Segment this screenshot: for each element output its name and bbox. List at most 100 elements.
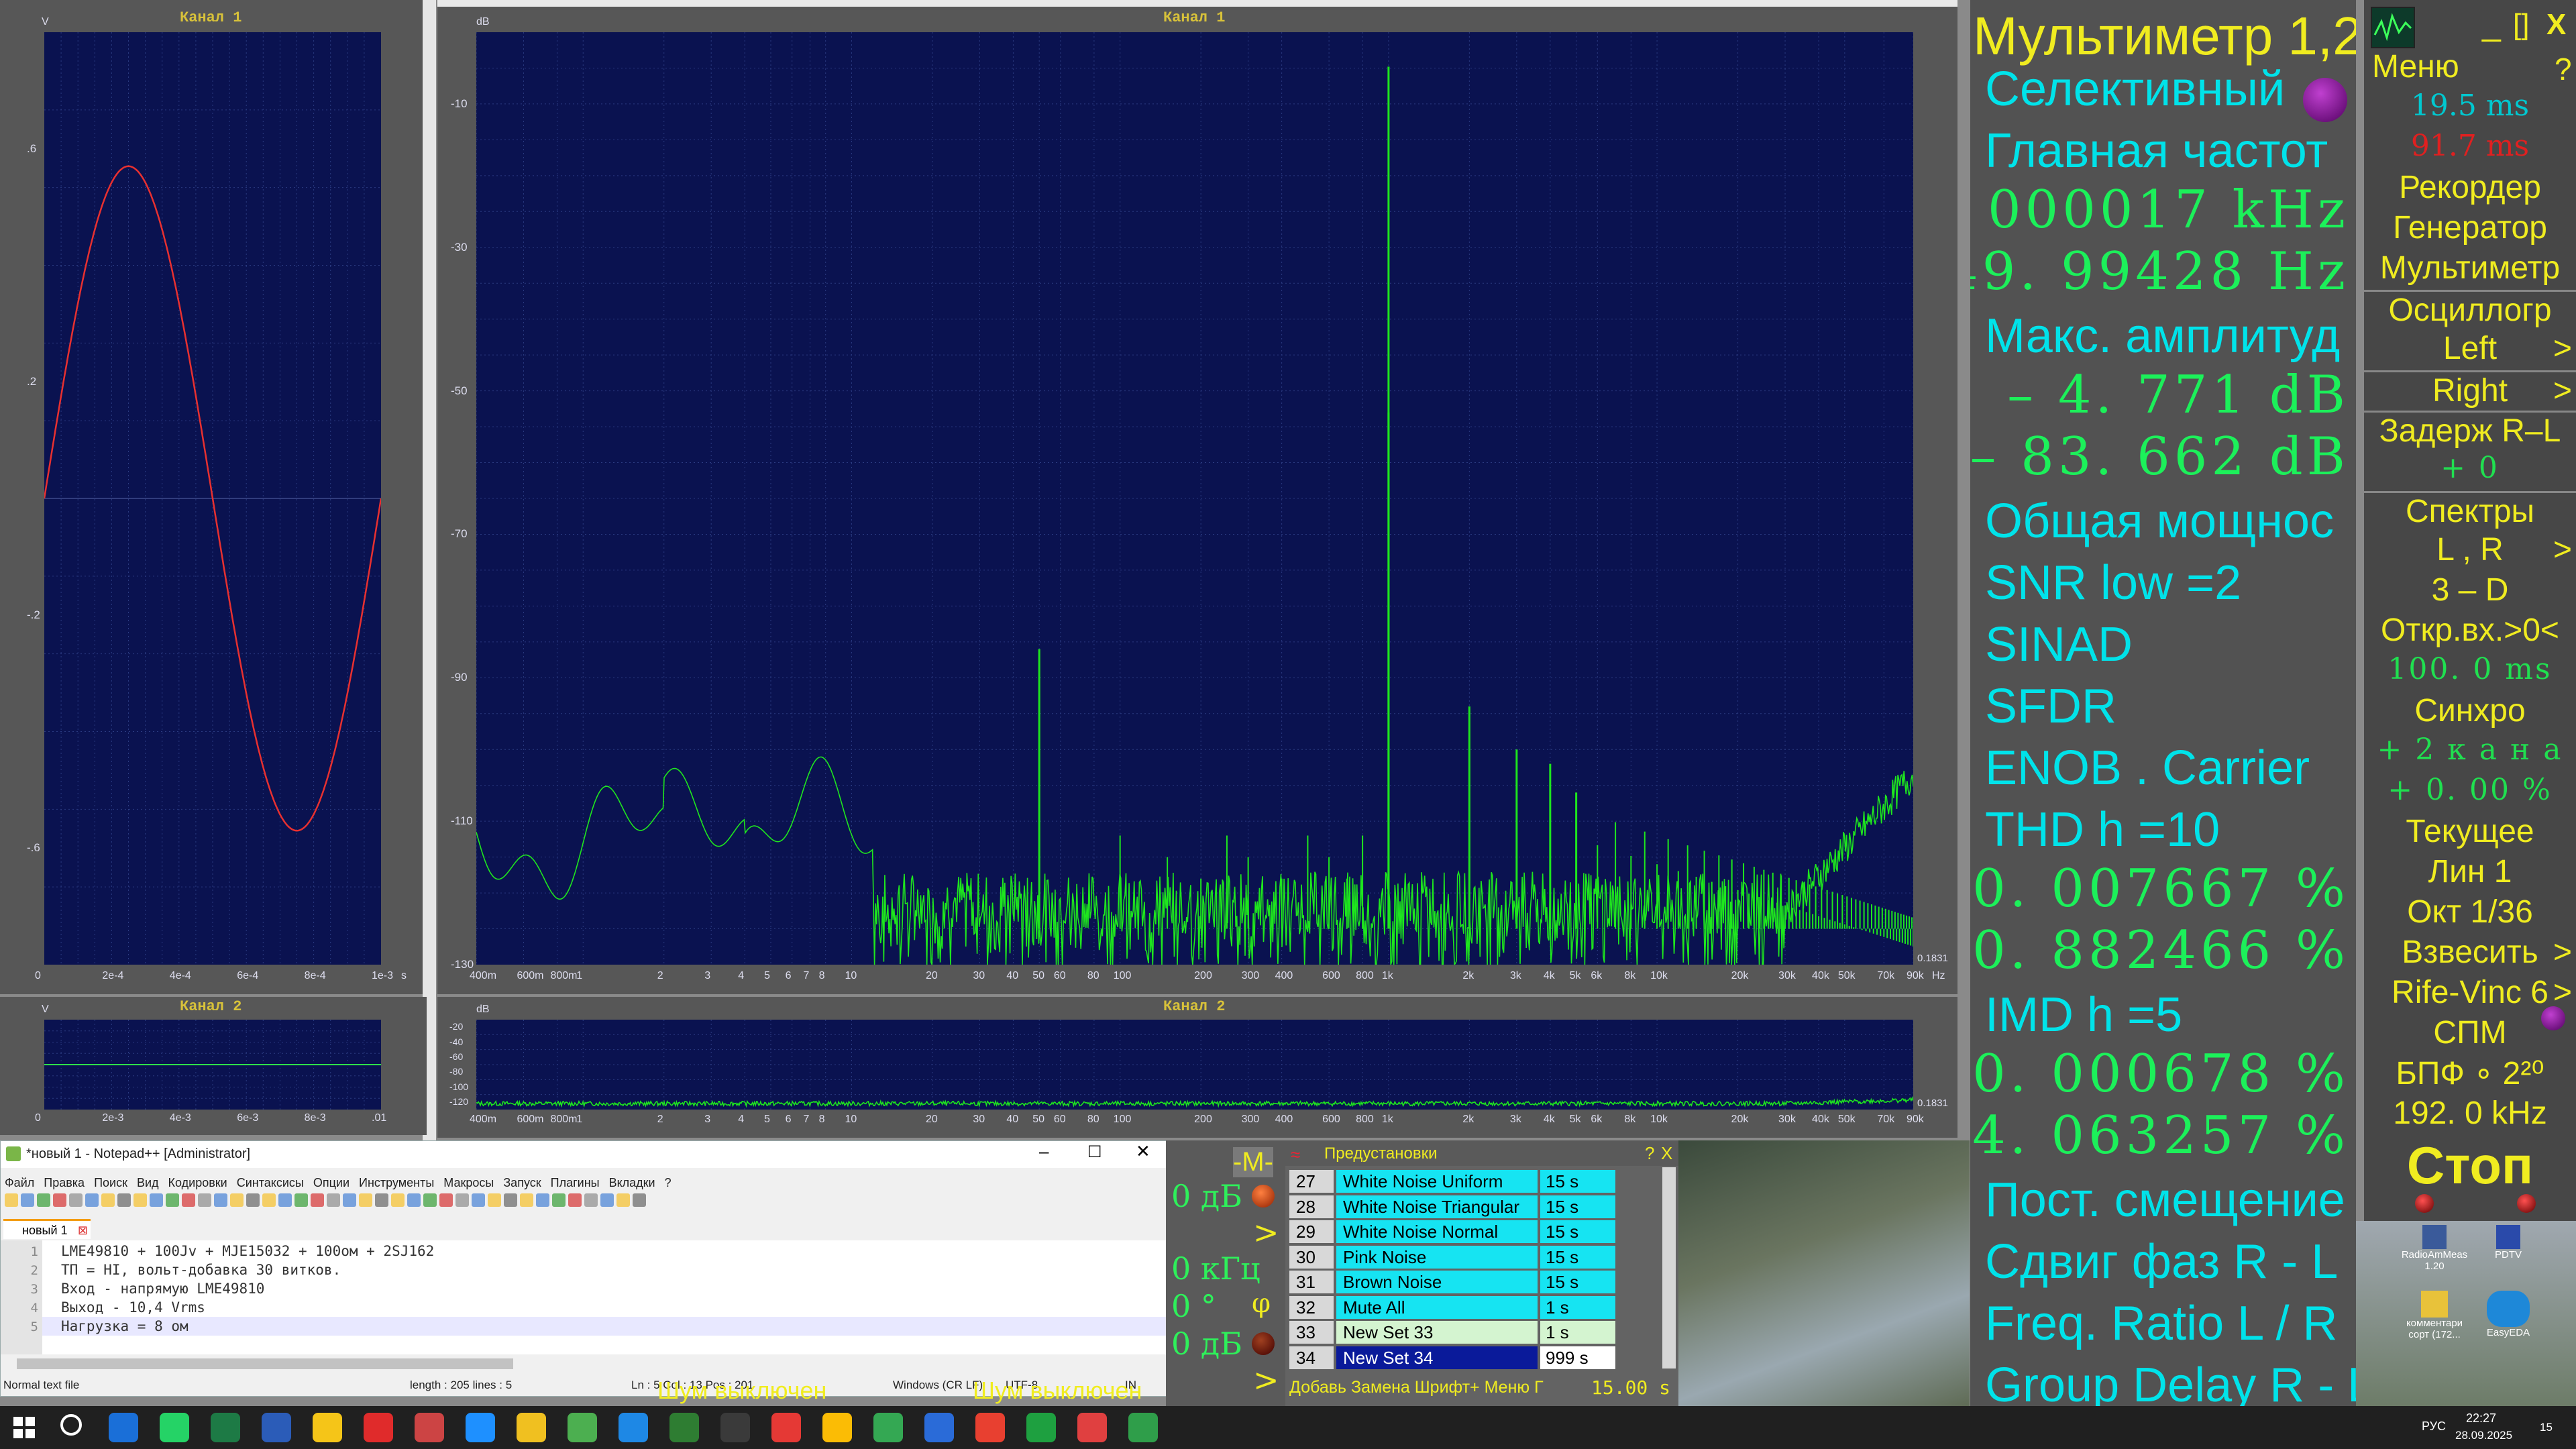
- menu-item[interactable]: Откр.вх.>0<: [2364, 612, 2576, 649]
- taskbar-app-icon[interactable]: [109, 1413, 138, 1442]
- menu-item[interactable]: 100. 0 ms: [2364, 652, 2576, 686]
- menu-item[interactable]: Осциллогр: [2364, 290, 2576, 329]
- menu-item[interactable]: Мультиметр: [2364, 250, 2576, 286]
- toolbar-button-icon[interactable]: [375, 1193, 388, 1207]
- menu-item[interactable]: Rife-Vinc 6: [2364, 974, 2576, 1011]
- maximize-button[interactable]: []: [2513, 8, 2529, 42]
- menu-item[interactable]: Left: [2364, 330, 2576, 367]
- menu-item[interactable]: БПФ ∘ 2²⁰: [2364, 1055, 2576, 1092]
- menu-item[interactable]: Синхро: [2364, 692, 2576, 729]
- desktop-icon-easyeda[interactable]: EasyEDA: [2471, 1291, 2545, 1338]
- menu-item[interactable]: Лин 1: [2364, 853, 2576, 890]
- gen-frequency[interactable]: 0 кГц: [1171, 1250, 1260, 1287]
- clock-date[interactable]: 28.09.2025: [2455, 1429, 2512, 1442]
- taskbar-app-icon[interactable]: [720, 1413, 750, 1442]
- menu-item[interactable]: Генератор: [2364, 209, 2576, 246]
- toolbar-button-icon[interactable]: [423, 1193, 437, 1207]
- close-button[interactable]: ✕: [1136, 1141, 1150, 1162]
- menu-item[interactable]: Окт 1/36: [2364, 894, 2576, 930]
- menu-item[interactable]: 192. 0 kHz: [2364, 1095, 2576, 1132]
- editor-line[interactable]: ТП = HI, вольт-добавка 30 витков.: [61, 1262, 341, 1278]
- taskbar-app-icon[interactable]: [669, 1413, 699, 1442]
- toolbar-button-icon[interactable]: [568, 1193, 582, 1207]
- gen-phase[interactable]: 0 °: [1171, 1288, 1216, 1324]
- menu-7[interactable]: Инструменты: [359, 1176, 434, 1189]
- taskbar-app-icon[interactable]: [619, 1413, 648, 1442]
- menu-4[interactable]: Кодировки: [168, 1176, 227, 1189]
- taskbar-app-icon[interactable]: [313, 1413, 342, 1442]
- toolbar-button-icon[interactable]: [359, 1193, 372, 1207]
- menu-item[interactable]: + 0: [2364, 451, 2576, 485]
- start-button[interactable]: [13, 1417, 35, 1438]
- horizontal-scrollbar[interactable]: [1, 1356, 1167, 1372]
- toolbar-button-icon[interactable]: [600, 1193, 614, 1207]
- toolbar-button-icon[interactable]: [150, 1193, 163, 1207]
- gen-arrow-2[interactable]: >: [1253, 1362, 1279, 1398]
- toolbar-button-icon[interactable]: [53, 1193, 66, 1207]
- toolbar-button-icon[interactable]: [439, 1193, 453, 1207]
- toolbar-button-icon[interactable]: [214, 1193, 227, 1207]
- menu-0[interactable]: Файл: [5, 1176, 34, 1189]
- preset-row[interactable]: 28 White Noise Triangular 15 s: [1289, 1195, 1668, 1218]
- taskbar-app-icon[interactable]: [466, 1413, 495, 1442]
- taskbar-app-icon[interactable]: [822, 1413, 852, 1442]
- minimize-button[interactable]: _: [2482, 4, 2501, 43]
- toolbar-button-icon[interactable]: [343, 1193, 356, 1207]
- preset-row[interactable]: 30 Pink Noise 15 s: [1289, 1245, 1668, 1269]
- toolbar-button-icon[interactable]: [584, 1193, 598, 1207]
- editor-line[interactable]: Вход - напрямую LME49810: [61, 1281, 264, 1297]
- toolbar-button-icon[interactable]: [633, 1193, 646, 1207]
- notepad-editor[interactable]: 1 LME49810 + 100Jv + MJE15032 + 100ом + 2…: [1, 1240, 1167, 1354]
- toolbar-button-icon[interactable]: [101, 1193, 115, 1207]
- menu-12[interactable]: ?: [665, 1176, 672, 1189]
- preset-row[interactable]: 32 Mute All 1 s: [1289, 1295, 1668, 1319]
- selective-indicator-icon[interactable]: [2303, 78, 2347, 122]
- menu-10[interactable]: Плагины: [551, 1176, 600, 1189]
- presets-help-button[interactable]: ?: [1645, 1143, 1654, 1164]
- preset-row[interactable]: 31 Brown Noise 15 s: [1289, 1271, 1668, 1293]
- preset-row[interactable]: 29 White Noise Normal 15 s: [1289, 1220, 1668, 1243]
- taskbar-app-icon[interactable]: [415, 1413, 444, 1442]
- menu-item[interactable]: 19.5 ms: [2364, 89, 2576, 123]
- editor-line[interactable]: Выход - 10,4 Vrms: [61, 1299, 205, 1316]
- menu-item[interactable]: + 2 к а н а: [2364, 733, 2576, 767]
- taskbar-app-icon[interactable]: [568, 1413, 597, 1442]
- toolbar-button-icon[interactable]: [21, 1193, 34, 1207]
- desktop-icon-radioameas[interactable]: RadioAmMeas 1.20: [2398, 1225, 2471, 1272]
- taskbar-app-icon[interactable]: [160, 1413, 189, 1442]
- notepad-tab[interactable]: новый 1 ⊠: [3, 1219, 91, 1239]
- toolbar-button-icon[interactable]: [166, 1193, 179, 1207]
- search-icon[interactable]: [60, 1414, 82, 1436]
- menu-item[interactable]: Взвесить: [2364, 934, 2576, 971]
- close-button[interactable]: X: [2546, 8, 2566, 42]
- toolbar-button-icon[interactable]: [198, 1193, 211, 1207]
- taskbar-app-icon[interactable]: [364, 1413, 393, 1442]
- preset-row[interactable]: 27 White Noise Uniform 15 s: [1289, 1170, 1668, 1193]
- menu-item[interactable]: L , R: [2364, 531, 2576, 568]
- taskbar-app-icon[interactable]: [1026, 1413, 1056, 1442]
- gen-level-1[interactable]: 0 дБ: [1171, 1178, 1242, 1214]
- taskbar-app-icon[interactable]: [517, 1413, 546, 1442]
- presets-footer[interactable]: Добавь Замена Шрифт+ Меню Г: [1289, 1378, 1544, 1397]
- language-indicator[interactable]: РУС: [2422, 1419, 2446, 1434]
- tab-close-icon[interactable]: ⊠: [78, 1221, 88, 1240]
- taskbar-app-icon[interactable]: [1128, 1413, 1158, 1442]
- toolbar-button-icon[interactable]: [472, 1193, 485, 1207]
- toolbar-button-icon[interactable]: [391, 1193, 405, 1207]
- toolbar-button-icon[interactable]: [327, 1193, 340, 1207]
- menu-item[interactable]: Текущее: [2364, 813, 2576, 850]
- desktop-icon-pdtv[interactable]: PDTV: [2471, 1225, 2545, 1260]
- taskbar-app-icon[interactable]: [262, 1413, 291, 1442]
- taskbar-app-icon[interactable]: [1077, 1413, 1107, 1442]
- toolbar-button-icon[interactable]: [455, 1193, 469, 1207]
- toolbar-button-icon[interactable]: [37, 1193, 50, 1207]
- maximize-button[interactable]: ☐: [1087, 1142, 1102, 1162]
- gen-arrow-1[interactable]: >: [1253, 1214, 1279, 1250]
- preset-row[interactable]: 34 New Set 34 999 s: [1289, 1346, 1668, 1369]
- preset-row[interactable]: 33 New Set 33 1 s: [1289, 1321, 1668, 1344]
- menu-item[interactable]: Right: [2364, 370, 2576, 409]
- scrollbar-thumb[interactable]: [17, 1358, 513, 1369]
- presets-scrollbar[interactable]: [1662, 1167, 1676, 1368]
- taskbar-app-icon[interactable]: [211, 1413, 240, 1442]
- toolbar-button-icon[interactable]: [69, 1193, 83, 1207]
